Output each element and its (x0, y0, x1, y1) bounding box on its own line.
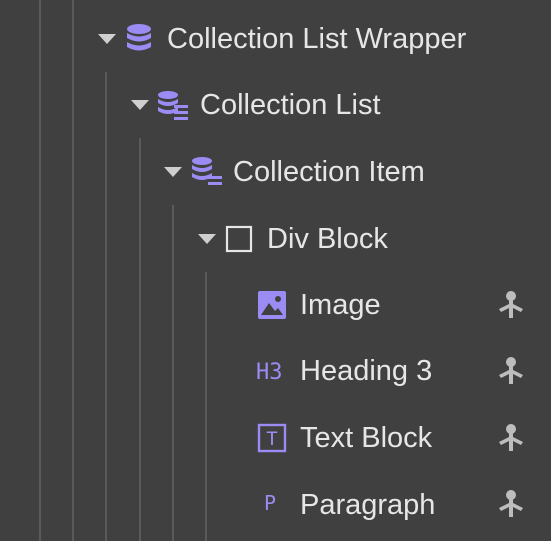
navigator-item-label: Heading 3 (300, 355, 433, 387)
image-icon (258, 291, 286, 319)
navigator-item-label: Div Block (267, 223, 388, 255)
collection-item-icon (192, 157, 222, 185)
text-block-icon: T (257, 423, 287, 453)
element-settings-icon[interactable] (496, 356, 526, 386)
svg-text:T: T (266, 428, 277, 450)
element-settings-icon[interactable] (496, 423, 526, 453)
navigator-panel: Collection List Wrapper Collection List … (0, 0, 551, 541)
navigator-item-label: Collection List Wrapper (167, 23, 467, 55)
collection-wrapper-icon (127, 24, 151, 51)
navigator-item-collection-item[interactable]: Collection Item (0, 138, 551, 204)
element-settings-icon[interactable] (496, 290, 526, 320)
element-settings-icon[interactable] (496, 489, 526, 519)
collection-list-icon (158, 91, 188, 120)
navigator-item-label: Collection Item (233, 156, 425, 188)
div-block-icon (225, 225, 253, 253)
svg-text:H3: H3 (256, 360, 283, 384)
caret-down-icon[interactable] (98, 34, 116, 44)
h3-icon: H3 (256, 360, 283, 384)
navigator-item-label: Image (300, 289, 381, 321)
navigator-item-div-block[interactable]: Div Block (0, 205, 551, 271)
navigator-item-heading-3[interactable]: H3 Heading 3 (0, 338, 551, 404)
navigator-item-image[interactable]: Image (0, 272, 551, 338)
svg-text:P: P (264, 491, 276, 515)
caret-down-icon[interactable] (131, 100, 149, 110)
navigator-item-paragraph[interactable]: P Paragraph (0, 472, 551, 538)
caret-down-icon[interactable] (198, 234, 216, 244)
navigator-item-label: Paragraph (300, 489, 436, 521)
navigator-item-collection-list-wrapper[interactable]: Collection List Wrapper (0, 5, 551, 71)
caret-down-icon[interactable] (164, 167, 182, 177)
navigator-item-collection-list[interactable]: Collection List (0, 72, 551, 138)
navigator-item-label: Collection List (200, 89, 381, 121)
paragraph-icon: P (264, 491, 276, 515)
navigator-item-label: Text Block (300, 422, 433, 454)
navigator-item-text-block[interactable]: T Text Block (0, 405, 551, 471)
